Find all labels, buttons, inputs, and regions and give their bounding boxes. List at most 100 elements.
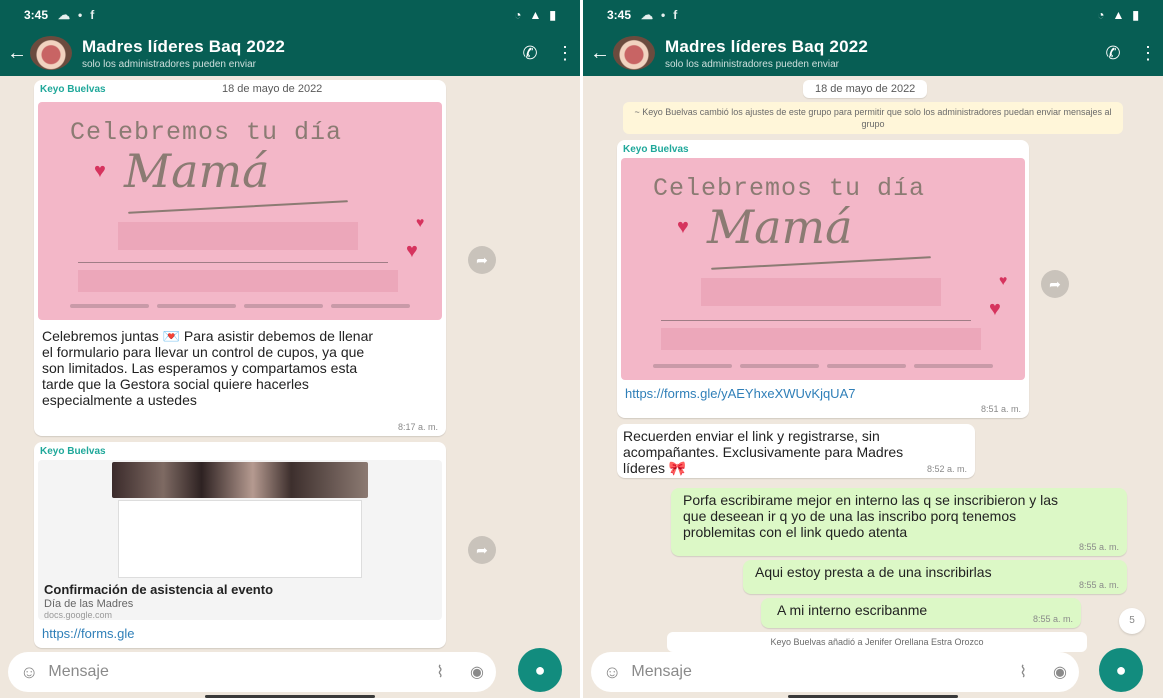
message-bubble-outgoing[interactable]: Porfa escribirame mejor en interno las q… <box>671 488 1127 556</box>
wifi-icon: ◔ <box>514 8 522 22</box>
message-time: 8:17 a. m. <box>397 422 438 432</box>
preview-description: Día de las Madres <box>44 598 134 610</box>
status-time: 3:45 <box>24 8 49 22</box>
add-call-icon[interactable]: ✆ <box>1093 43 1133 64</box>
chat-subtitle: solo los administradores pueden enviar <box>665 58 839 70</box>
message-link[interactable]: https://forms.gle/yAEYhxeXWUvKjqUA7 <box>625 386 865 401</box>
chat-title-area[interactable]: Madres líderes Baq 2022 solo los adminis… <box>665 37 1093 70</box>
preview-title: Confirmación de asistencia al evento <box>44 582 274 597</box>
chat-title: Madres líderes Baq 2022 <box>665 36 869 56</box>
chat-subtitle: solo los administradores pueden enviar <box>82 58 256 70</box>
emoji-icon[interactable]: ☺ <box>20 662 38 683</box>
microphone-icon[interactable]: ● <box>518 648 562 692</box>
message-bubble[interactable]: Keyo Buelvas Celebremos tu día Mamá ♥ ♥ … <box>617 140 1029 418</box>
battery-icon: ▮ <box>549 8 556 22</box>
group-avatar[interactable] <box>30 36 72 70</box>
chat-title: Madres líderes Baq 2022 <box>82 36 286 56</box>
notification-icon: • <box>78 8 83 22</box>
message-input-bar[interactable]: ☺ Mensaje ⌇ ◉ <box>591 652 1079 692</box>
image-poster[interactable]: Celebremos tu día Mamá ♥ ♥ ♥ <box>38 102 442 320</box>
chat-header: ← Madres líderes Baq 2022 solo los admin… <box>583 30 1163 76</box>
poster-logos <box>70 302 410 310</box>
message-time: 8:55 a. m. <box>1032 614 1073 624</box>
heart-icon: ♥ <box>989 298 1001 320</box>
heart-icon: ♥ <box>406 240 418 262</box>
heart-icon: ♥ <box>94 160 106 182</box>
camera-icon[interactable]: ◉ <box>1053 662 1067 682</box>
microphone-icon[interactable]: ● <box>1099 648 1143 692</box>
message-bubble-outgoing[interactable]: Aqui estoy presta a de una inscribirlas … <box>743 560 1127 594</box>
message-text: Aqui estoy presta a de una inscribirlas <box>755 564 992 580</box>
battery-icon: ▮ <box>1132 8 1139 22</box>
camera-icon[interactable]: ◉ <box>470 662 484 682</box>
paperclip-icon[interactable]: ⌇ <box>1019 662 1027 682</box>
poster-venue-block <box>78 270 398 292</box>
notification-icon: • <box>661 8 666 22</box>
message-bubble[interactable]: Recuerden enviar el link y registrarse, … <box>617 424 975 478</box>
facebook-icon: f <box>90 8 95 22</box>
add-call-icon[interactable]: ✆ <box>510 43 550 64</box>
arrow-left-icon[interactable]: ← <box>4 42 30 65</box>
forward-icon[interactable]: ➦ <box>1041 270 1069 298</box>
system-message: Keyo Buelvas añadió a Jenifer Orellana E… <box>667 632 1087 652</box>
chat-title-area[interactable]: Madres líderes Baq 2022 solo los adminis… <box>82 37 510 70</box>
message-input[interactable]: Mensaje <box>48 663 410 681</box>
message-sender: Keyo Buelvas <box>623 144 689 155</box>
facebook-icon: f <box>673 8 678 22</box>
poster-underline <box>711 256 931 270</box>
signal-icon: ▲ <box>529 8 542 22</box>
more-vertical-icon[interactable]: ⋮ <box>550 43 580 64</box>
phone-right: 3:45 ☁ • f ◔ ▲ ▮ ← Madres líderes Baq 20… <box>583 0 1163 698</box>
message-text: A mi interno escribanme <box>777 602 928 618</box>
phone-left: 3:45 ☁ • f ◔ ▲ ▮ ← Madres líderes Baq 20… <box>0 0 580 698</box>
poster-details-block <box>701 278 941 306</box>
poster-line2: Mamá <box>707 200 853 254</box>
message-input-bar[interactable]: ☺ Mensaje ⌇ ◉ <box>8 652 496 692</box>
poster-line2: Mamá <box>124 144 270 198</box>
message-time: 8:55 a. m. <box>1078 542 1119 552</box>
forward-icon[interactable]: ➦ <box>468 536 496 564</box>
system-message: ~ Keyo Buelvas cambió los ajustes de est… <box>623 102 1123 134</box>
message-link[interactable]: https://forms.gle <box>42 626 134 641</box>
message-sender: Keyo Buelvas <box>40 446 106 457</box>
scroll-down-badge[interactable]: 5 <box>1119 608 1145 634</box>
message-bubble-outgoing[interactable]: A mi interno escribanme 8:55 a. m. <box>761 598 1081 628</box>
notification-icon: ☁ <box>641 8 654 22</box>
poster-details-block <box>118 222 358 250</box>
preview-form-thumb <box>118 500 362 578</box>
status-bar: 3:45 ☁ • f ◔ ▲ ▮ <box>583 0 1163 30</box>
heart-icon: ♥ <box>416 214 425 230</box>
message-bubble[interactable]: Keyo Buelvas 18 de mayo de 2022 Celebrem… <box>34 80 446 436</box>
poster-line1: Celebremos tu día <box>653 174 926 203</box>
signal-icon: ▲ <box>1112 8 1125 22</box>
poster-rule <box>78 262 388 263</box>
message-text: Recuerden enviar el link y registrarse, … <box>623 428 904 476</box>
heart-icon: ♥ <box>677 216 689 238</box>
status-time: 3:45 <box>607 8 632 22</box>
message-time: 8:51 a. m. <box>980 404 1021 414</box>
poster-underline <box>128 200 348 214</box>
group-avatar[interactable] <box>613 36 655 70</box>
message-text: Celebremos juntas 💌 Para asistir debemos… <box>42 328 374 408</box>
link-preview[interactable]: Confirmación de asistencia al evento Día… <box>38 460 442 620</box>
message-time: 8:52 a. m. <box>926 464 967 474</box>
arrow-left-icon[interactable]: ← <box>587 42 613 65</box>
notification-icon: ☁ <box>58 8 71 22</box>
message-bubble[interactable]: Keyo Buelvas Confirmación de asistencia … <box>34 442 446 648</box>
paperclip-icon[interactable]: ⌇ <box>436 662 444 682</box>
poster-venue-block <box>661 328 981 350</box>
preview-domain: docs.google.com <box>44 610 113 620</box>
message-input[interactable]: Mensaje <box>631 663 993 681</box>
heart-icon: ♥ <box>999 272 1008 288</box>
poster-rule <box>661 320 971 321</box>
message-time: 8:55 a. m. <box>1078 580 1119 590</box>
forward-icon[interactable]: ➦ <box>468 246 496 274</box>
emoji-icon[interactable]: ☺ <box>603 662 621 683</box>
status-bar: 3:45 ☁ • f ◔ ▲ ▮ <box>0 0 580 30</box>
more-vertical-icon[interactable]: ⋮ <box>1133 43 1163 64</box>
screenshot-composite: 3:45 ☁ • f ◔ ▲ ▮ ← Madres líderes Baq 20… <box>0 0 1163 698</box>
date-pill: 18 de mayo de 2022 <box>803 80 928 98</box>
date-pill: 18 de mayo de 2022 <box>222 83 323 95</box>
wifi-icon: ◔ <box>1097 8 1105 22</box>
image-poster[interactable]: Celebremos tu día Mamá ♥ ♥ ♥ <box>621 158 1025 380</box>
